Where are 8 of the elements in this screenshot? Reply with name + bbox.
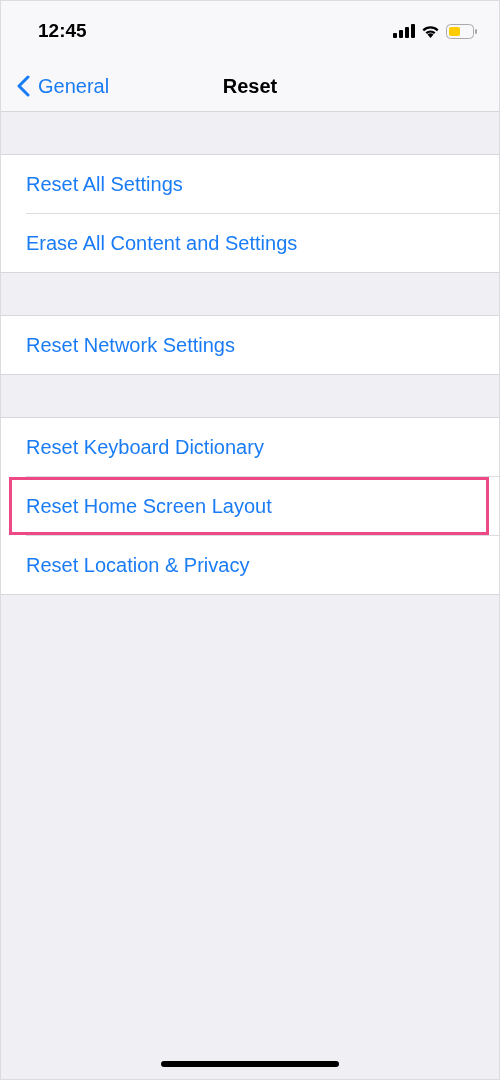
page-title: Reset [222,74,278,98]
reset-option[interactable]: Reset Home Screen Layout [9,477,489,535]
battery-icon [446,23,477,39]
status-time: 12:45 [38,20,87,42]
signal-icon [393,24,415,38]
wifi-icon [421,24,440,38]
back-button[interactable]: General [1,74,110,98]
chevron-left-icon [17,75,30,97]
